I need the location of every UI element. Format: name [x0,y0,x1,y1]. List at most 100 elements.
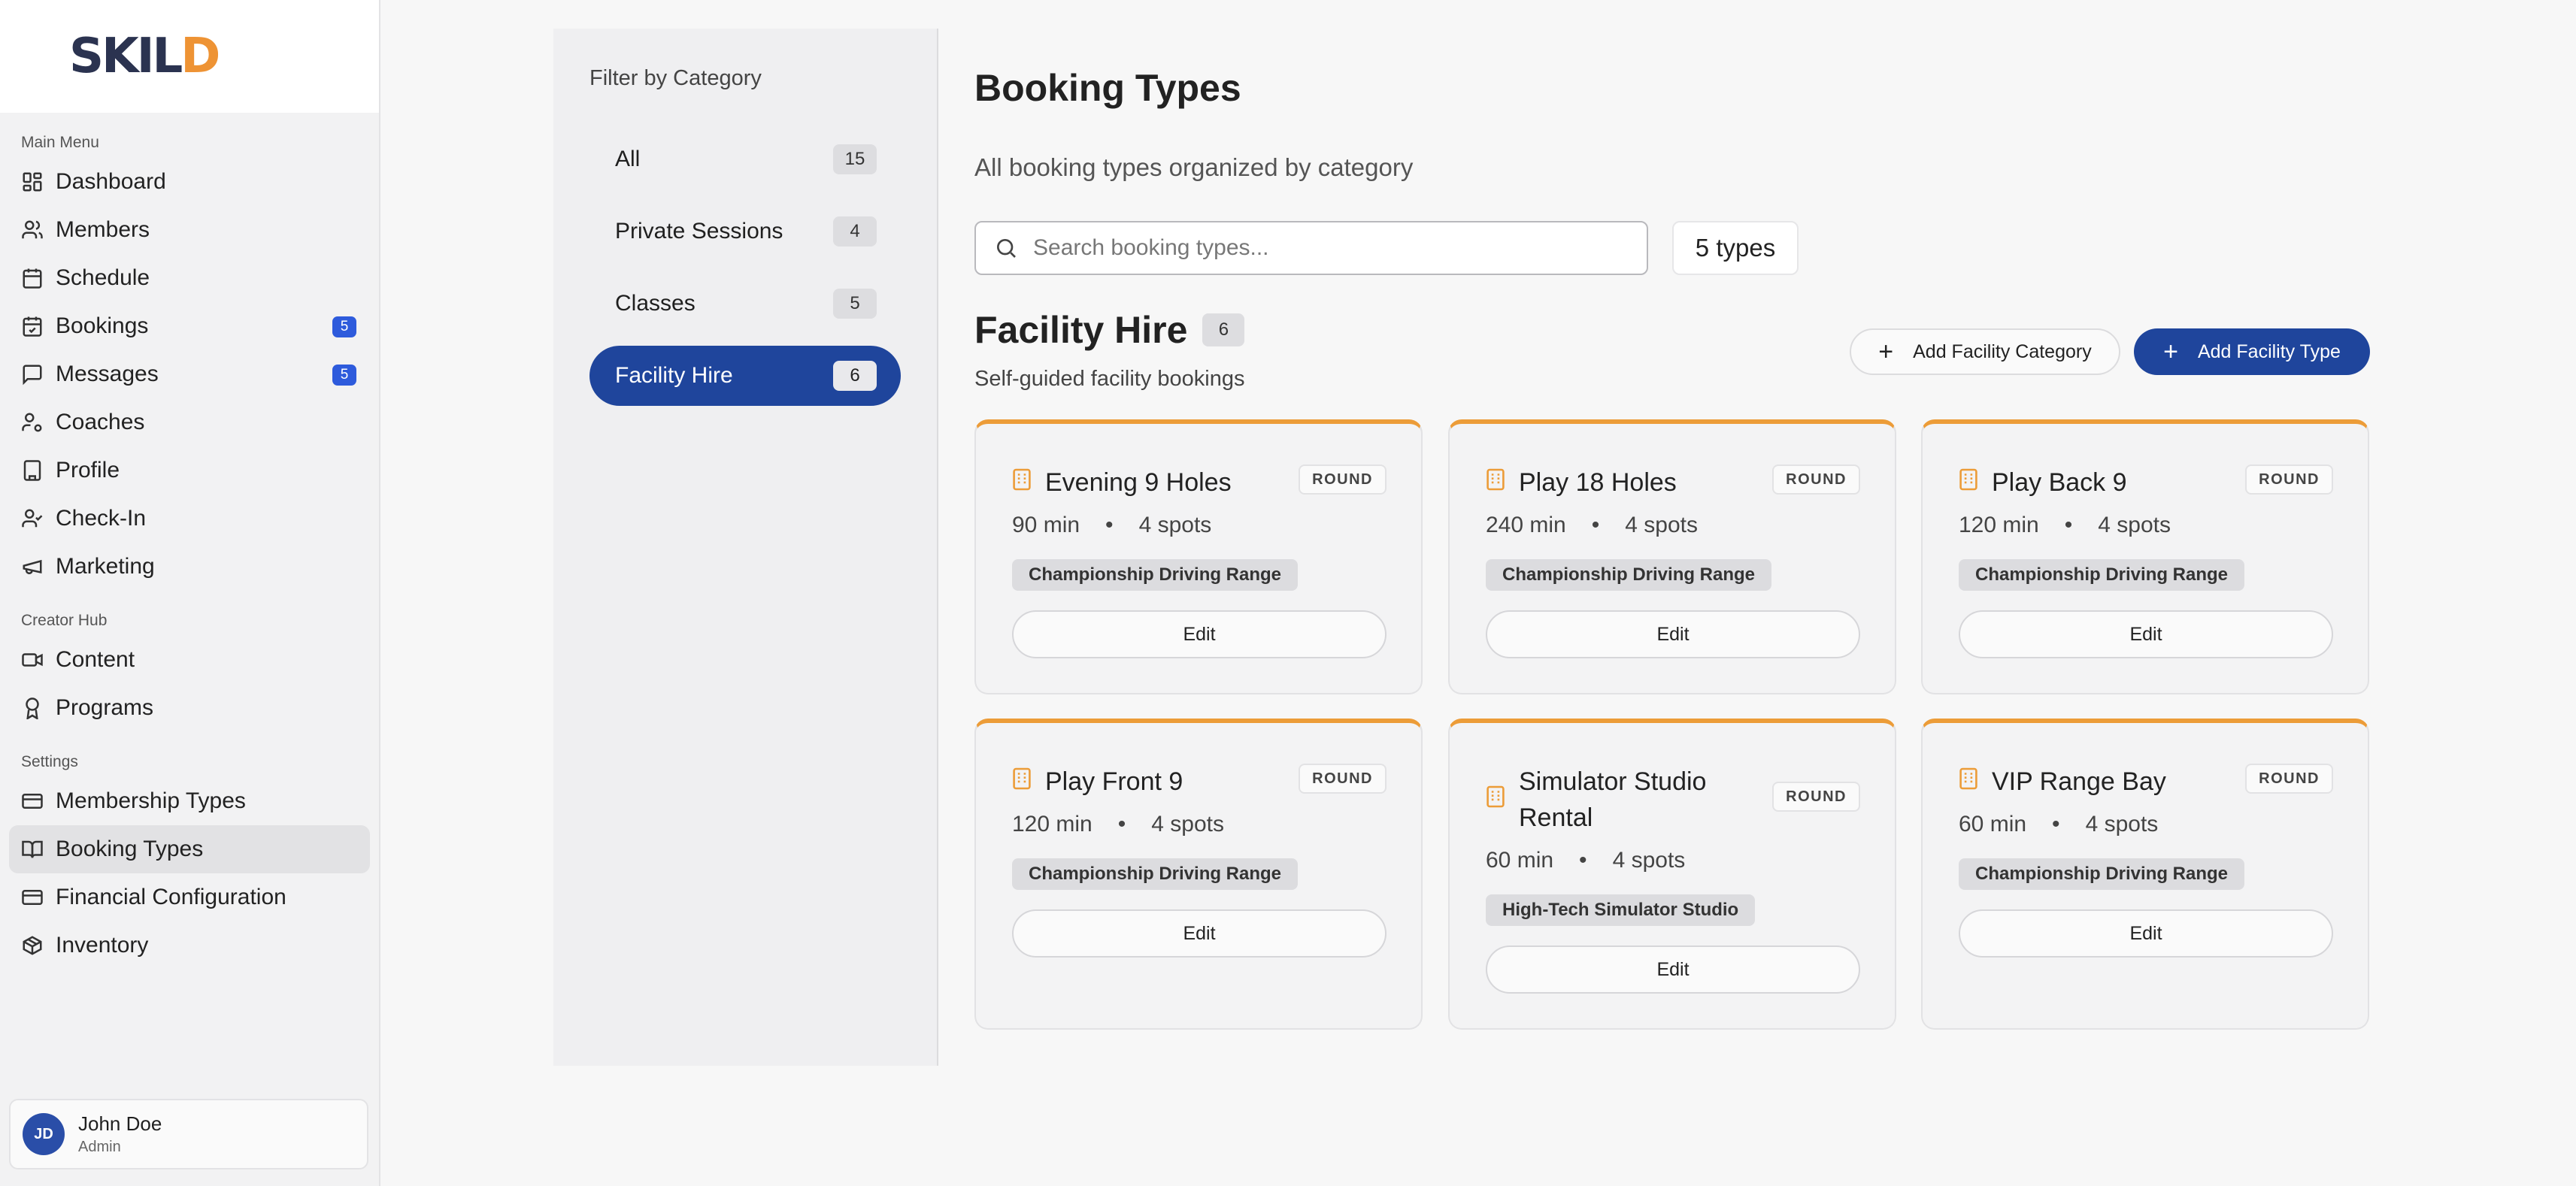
edit-button[interactable]: Edit [1959,610,2333,658]
duration: 60 min [1486,848,1554,873]
sidebar-item-booking-types[interactable]: Booking Types [9,825,370,873]
filter-item-label: All [615,147,641,171]
filter-title: Filter by Category [589,66,762,90]
building-icon [1013,468,1031,491]
card-title: Simulator Studio Rental [1519,767,1707,832]
sidebar-item-membership-types[interactable]: Membership Types [9,777,370,825]
edit-button[interactable]: Edit [1486,945,1860,994]
card-title: VIP Range Bay [1992,767,2166,796]
sidebar-item-content[interactable]: Content [9,636,370,684]
duration: 120 min [1012,812,1093,837]
user-cog-icon [22,413,42,432]
booking-type-card: VIP Range Bay ROUND 60 min • 4 spots Champ… [1921,719,2369,1030]
spots: 4 spots [2098,513,2171,537]
sidebar-item-label: Financial Configuration [56,885,286,909]
separator: • [2064,513,2073,537]
booking-type-card: Evening 9 Holes ROUND 90 min • 4 spots Cha… [974,419,1423,694]
type-badge: ROUND [2245,764,2333,794]
edit-button[interactable]: Edit [1012,610,1386,658]
package-icon [23,936,42,955]
sidebar-item-bookings[interactable]: Bookings 5 [9,302,370,350]
booking-type-card: Simulator Studio Rental ROUND 60 min • 4 s… [1448,719,1896,1030]
sidebar-item-label: Dashboard [56,169,166,194]
plus-icon: + [2163,337,2178,366]
sidebar-item-label: Booking Types [56,837,204,861]
type-badge: ROUND [2245,464,2333,495]
card-meta: 120 min • 4 spots [1012,812,1224,837]
card-header: VIP Range Bay [1959,764,2225,800]
building-icon [1487,468,1505,491]
user-check-icon [22,509,43,528]
section-description: Self-guided facility bookings [974,367,1245,391]
edit-button[interactable]: Edit [1959,909,2333,958]
card-meta: 60 min • 4 spots [1959,812,2158,837]
sidebar-item-label: Bookings [56,313,149,338]
search-input[interactable] [1033,235,1620,261]
sidebar-item-messages[interactable]: Messages 5 [9,350,370,398]
separator: • [1105,513,1114,537]
filter-count-badge: 6 [833,361,877,391]
facility-tag: Championship Driving Range [1959,559,2245,591]
user-role: Admin [78,1139,121,1155]
duration: 60 min [1959,812,2027,837]
card-header: Play Front 9 [1012,764,1278,800]
add-facility-category-button[interactable]: + Add Facility Category [1850,328,2120,375]
button-label: Add Facility Category [1913,340,2092,362]
sidebar-item-coaches[interactable]: Coaches [9,398,370,446]
filter-item-all[interactable]: All 15 [589,129,901,189]
building-icon [1487,785,1505,808]
sidebar-item-label: Marketing [56,554,155,579]
sidebar-item-schedule[interactable]: Schedule [9,254,370,302]
sidebar-item-check-in[interactable]: Check-In [9,495,370,543]
sidebar-item-marketing[interactable]: Marketing [9,543,370,591]
skild-logo[interactable]: SKIL D [69,32,220,80]
edit-button[interactable]: Edit [1012,909,1386,958]
separator: • [1579,848,1587,873]
user-info: John Doe Admin [78,1112,162,1156]
user-profile-card[interactable]: JD John Doe Admin [9,1099,368,1169]
search-box[interactable] [974,221,1648,275]
filter-count-badge: 4 [833,216,877,247]
sidebar-item-programs[interactable]: Programs [9,684,370,732]
filter-item-private-sessions[interactable]: Private Sessions 4 [589,201,901,262]
booking-type-card: Play 18 Holes ROUND 240 min • 4 spots Cham… [1448,419,1896,694]
section-count-badge: 6 [1202,313,1245,346]
sidebar-item-inventory[interactable]: Inventory [9,921,370,970]
video-icon [22,653,43,667]
search-icon [997,239,1016,258]
sidebar-item-members[interactable]: Members [9,206,370,254]
calendar-check-icon [23,316,42,337]
section-header: Facility Hire 6 [974,308,1245,352]
sidebar-item-label: Membership Types [56,788,246,813]
sidebar-item-label: Schedule [56,265,150,290]
sidebar-item-label: Content [56,647,135,672]
notification-badge: 5 [332,316,356,337]
filter-item-classes[interactable]: Classes 5 [589,274,901,334]
card-title: Evening 9 Holes [1045,468,1232,497]
edit-button[interactable]: Edit [1486,610,1860,658]
sidebar-item-label: Programs [56,695,154,720]
button-label: Add Facility Type [2197,340,2341,362]
building-icon [23,460,41,481]
card-header: Play Back 9 [1959,464,2225,501]
sidebar-item-profile[interactable]: Profile [9,446,370,495]
filter-item-label: Classes [615,291,696,316]
card-title: Play 18 Holes [1519,468,1677,497]
sidebar-item-label: Members [56,217,150,242]
card-meta: 60 min • 4 spots [1486,848,1685,873]
sidebar-item-label: Inventory [56,933,149,958]
sidebar-item-financial-configuration[interactable]: Financial Configuration [9,873,370,921]
category-filter-panel: Filter by Category All 15 Private Sessio… [553,29,938,1066]
filter-item-facility-hire[interactable]: Facility Hire 6 [589,346,901,406]
section-title-creator-hub: Creator Hub [21,612,108,629]
card-title: Play Front 9 [1045,767,1183,796]
facility-tag: Championship Driving Range [1959,858,2245,890]
booking-type-card: Play Back 9 ROUND 120 min • 4 spots Champi… [1921,419,2369,694]
sidebar-item-dashboard[interactable]: Dashboard [9,158,370,206]
card-meta: 120 min • 4 spots [1959,513,2171,538]
page-subtitle: All booking types organized by category [974,153,1414,181]
sidebar-item-label: Messages [56,362,159,386]
card-icon [22,794,43,809]
spots: 4 spots [1612,848,1686,873]
add-facility-type-button[interactable]: + Add Facility Type [2134,328,2370,375]
